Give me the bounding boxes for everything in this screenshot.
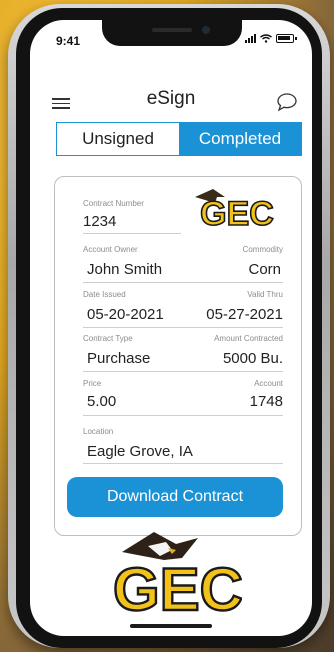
value-location: Eagle Grove, IA: [87, 443, 193, 460]
value-account-owner: John Smith: [87, 261, 163, 278]
divider: [83, 282, 283, 283]
divider: [83, 371, 283, 372]
label-amount-contracted: Amount Contracted: [214, 334, 283, 343]
home-indicator[interactable]: [130, 624, 212, 628]
value-account: 1748: [249, 393, 283, 410]
label-account: Account: [254, 379, 283, 388]
status-time: 9:41: [56, 34, 81, 48]
value-valid-thru: 05-27-2021: [206, 306, 283, 323]
signal-icon: [245, 34, 256, 43]
front-camera: [202, 26, 210, 34]
label-location: Location: [83, 427, 114, 436]
contract-card: GEC Contract Number 1234 Account Owner C…: [54, 176, 302, 536]
speaker-grille: [152, 28, 192, 32]
download-contract-button[interactable]: Download Contract: [67, 477, 283, 517]
divider: [83, 327, 283, 328]
divider: [83, 463, 283, 464]
label-contract-type: Contract Type: [83, 334, 133, 343]
value-contract-type: Purchase: [87, 350, 151, 367]
chat-bubble-icon[interactable]: [276, 92, 298, 112]
label-price: Price: [83, 379, 102, 388]
logo-text-large: GEC: [113, 556, 242, 614]
gec-logo-small: GEC: [195, 189, 275, 229]
divider: [83, 415, 283, 416]
label-valid-thru: Valid Thru: [247, 290, 283, 299]
gec-logo-large: GEC: [112, 532, 242, 614]
status-icons: [245, 34, 297, 43]
value-amount-contracted: 5000 Bu.: [222, 350, 283, 367]
app-title: eSign: [146, 88, 196, 109]
logo-text: GEC: [200, 195, 274, 229]
label-commodity: Commodity: [242, 245, 283, 254]
value-price: 5.00: [87, 393, 117, 410]
phone-notch: [102, 20, 242, 46]
value-contract-number: 1234: [83, 213, 117, 230]
label-contract-number: Contract Number: [83, 199, 144, 208]
tab-unsigned[interactable]: Unsigned: [57, 123, 179, 155]
value-commodity: Corn: [248, 261, 281, 278]
wifi-icon: [260, 34, 272, 43]
tab-completed[interactable]: Completed: [179, 123, 301, 155]
tab-bar: Unsigned Completed: [56, 122, 302, 156]
battery-icon: [276, 34, 297, 43]
label-account-owner: Account Owner: [83, 245, 138, 254]
value-date-issued: 05-20-2021: [87, 306, 164, 323]
label-date-issued: Date Issued: [83, 290, 126, 299]
divider: [83, 233, 181, 234]
phone-screen: 9:41 eSign Unsigned Completed GEC Contra…: [30, 20, 312, 636]
